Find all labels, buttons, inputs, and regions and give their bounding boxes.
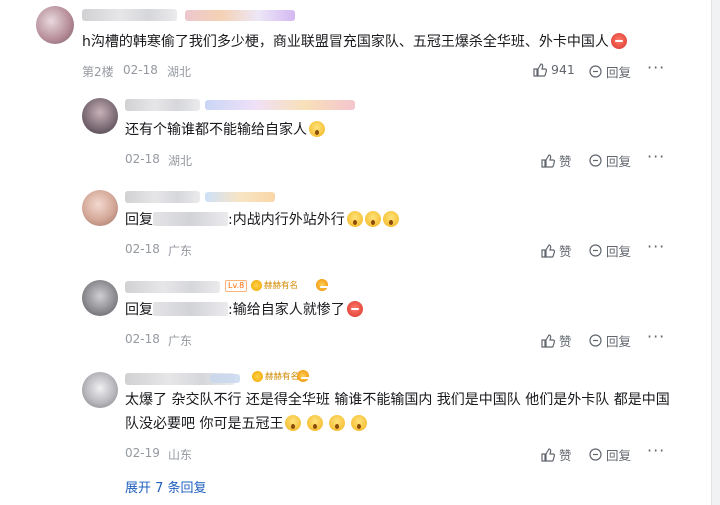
user-badge-blurred	[185, 10, 295, 21]
mention-blurred[interactable]	[153, 212, 228, 226]
surprised-emoji-icon	[346, 211, 363, 227]
medal-icon	[252, 370, 263, 382]
like-button[interactable]: 赞	[541, 241, 572, 260]
avatar[interactable]	[82, 372, 118, 408]
thumbs-up-icon	[541, 153, 555, 168]
more-options-icon[interactable]: ···	[647, 327, 665, 346]
reply-button[interactable]: 回复	[589, 241, 631, 260]
like-button[interactable]: 赞	[541, 445, 572, 464]
mention-blurred[interactable]	[153, 302, 228, 316]
reply-button[interactable]: 回复	[589, 62, 631, 81]
angry-emoji-icon	[610, 33, 627, 49]
comment-text-line-2: 队没必要吧 你可是五冠王	[125, 414, 368, 434]
comment-text: 还有个输谁都不能输给自家人	[125, 120, 325, 140]
reply-button[interactable]: 回复	[589, 151, 631, 170]
thumbs-up-icon	[541, 333, 555, 348]
comment-date: 02-18	[123, 63, 158, 77]
more-options-icon[interactable]: ···	[647, 58, 665, 77]
floor-number: 第2楼	[82, 65, 114, 79]
comment-date: 02-18	[125, 332, 160, 346]
reply-button[interactable]: 回复	[589, 445, 631, 464]
more-options-icon[interactable]: ···	[647, 237, 665, 256]
reply-icon	[589, 448, 602, 461]
user-level-badge: Lv.8	[225, 280, 248, 292]
comment-date: 02-18	[125, 152, 160, 166]
comment-text: 回复:输给自家人就惨了	[125, 300, 363, 320]
reply-icon	[589, 154, 602, 167]
reply-icon	[589, 65, 602, 78]
thumbs-up-icon	[533, 62, 547, 77]
avatar[interactable]	[82, 190, 118, 226]
comment-location: 广东	[168, 334, 193, 348]
angry-emoji-icon	[346, 301, 363, 317]
username-blurred[interactable]	[125, 191, 200, 203]
medal-icon	[251, 279, 262, 291]
surprised-emoji-icon	[351, 415, 368, 431]
comment-text: 回复:内战内行外站外行	[125, 210, 399, 230]
reply-label: 回复	[606, 65, 632, 80]
more-options-icon[interactable]: ···	[647, 147, 665, 166]
comment-location: 山东	[168, 448, 193, 462]
comment-location: 湖北	[168, 154, 193, 168]
like-label: 赞	[559, 448, 572, 463]
surprised-emoji-icon	[285, 415, 302, 431]
username-blurred[interactable]	[125, 99, 200, 111]
comment-date: 02-19	[125, 446, 160, 460]
like-button[interactable]: 赞	[541, 151, 572, 170]
like-label: 赞	[559, 334, 572, 349]
comment-location: 广东	[168, 244, 193, 258]
comment-text: h沟槽的韩寒偷了我们多少梗，商业联盟冒充国家队、五冠王爆杀全华班、外卡中国人	[82, 32, 627, 52]
user-badge-blurred	[210, 374, 240, 383]
reply-button[interactable]: 回复	[589, 331, 631, 350]
surprised-emoji-icon	[329, 415, 346, 431]
surprised-emoji-icon	[382, 211, 399, 227]
reply-label: 回复	[606, 154, 632, 169]
page-scroll-edge	[711, 0, 720, 505]
avatar[interactable]	[82, 98, 118, 134]
thumbs-up-icon	[541, 447, 555, 462]
reply-icon	[589, 244, 602, 257]
reply-prefix: 回复	[125, 302, 153, 318]
avatar[interactable]	[82, 280, 118, 316]
reply-label: 回复	[606, 244, 632, 259]
comment-date: 02-18	[125, 242, 160, 256]
username-blurred[interactable]	[82, 9, 177, 21]
surprised-emoji-icon	[307, 415, 324, 431]
like-button[interactable]: 赞	[541, 331, 572, 350]
surprised-emoji-icon	[309, 121, 325, 137]
reply-label: 回复	[606, 334, 632, 349]
comment-location: 湖北	[167, 65, 192, 79]
expand-replies-link[interactable]: 展开 7 条回复	[125, 477, 207, 496]
like-button[interactable]: 941	[533, 62, 575, 77]
surprised-emoji-icon	[364, 211, 381, 227]
user-badge-blurred	[205, 192, 275, 202]
user-badge-blurred	[205, 100, 355, 110]
like-count: 941	[551, 62, 575, 77]
more-options-icon[interactable]: ···	[647, 441, 665, 460]
thumbs-up-icon	[541, 243, 555, 258]
comment-text-line-1: 太爆了 杂交队不行 还是得全华班 输谁不能输国内 我们是中国队 他们是外卡队 都…	[125, 392, 670, 408]
username-blurred[interactable]	[125, 281, 220, 293]
like-label: 赞	[559, 244, 572, 259]
reply-icon	[589, 334, 602, 347]
avatar[interactable]	[36, 6, 74, 44]
like-label: 赞	[559, 154, 572, 169]
reply-label: 回复	[606, 448, 632, 463]
fan-medal-badge: 赫赫有名	[252, 370, 299, 382]
reply-prefix: 回复	[125, 212, 153, 228]
badge-emoji-icon	[297, 370, 309, 382]
fan-medal-badge: 赫赫有名	[251, 279, 298, 291]
badge-emoji-icon	[316, 279, 328, 291]
